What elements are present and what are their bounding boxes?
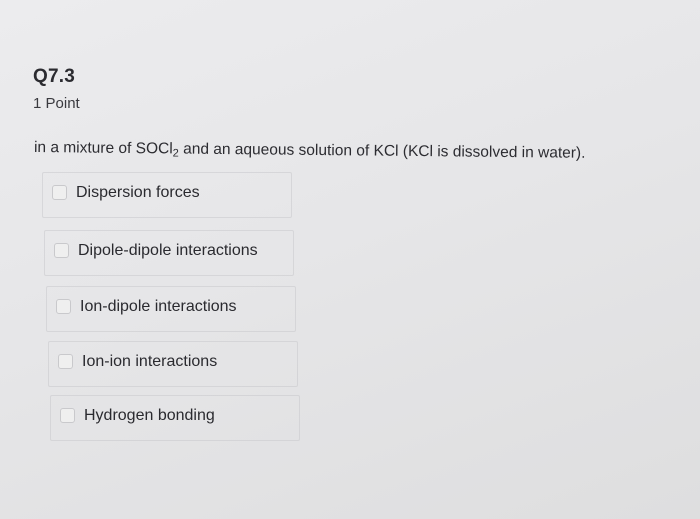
option-dispersion-forces[interactable]: Dispersion forces: [42, 172, 292, 218]
option-label: Dipole-dipole interactions: [78, 242, 258, 259]
option-ion-ion-interactions[interactable]: Ion-ion interactions: [48, 341, 298, 387]
option-ion-dipole-interactions[interactable]: Ion-dipole interactions: [46, 286, 296, 332]
option-hydrogen-bonding[interactable]: Hydrogen bonding: [50, 395, 300, 441]
option-label: Ion-dipole interactions: [80, 298, 237, 315]
question-points: 1 Point: [33, 95, 80, 112]
option-label: Ion-ion interactions: [82, 353, 218, 370]
checkbox[interactable]: [58, 354, 73, 369]
option-label: Hydrogen bonding: [84, 407, 215, 424]
checkbox[interactable]: [52, 185, 67, 200]
question-panel: Q7.3 1 Point in a mixture of SOCl2 and a…: [0, 0, 700, 519]
option-dipole-dipole-interactions[interactable]: Dipole-dipole interactions: [44, 230, 294, 276]
question-prompt: in a mixture of SOCl2 and an aqueous sol…: [34, 139, 586, 164]
checkbox[interactable]: [60, 408, 75, 423]
checkbox[interactable]: [56, 299, 71, 314]
prompt-text-start: in a mixture of SOCl: [33, 139, 173, 158]
prompt-text-end: and an aqueous solution of KCl (KCl is d…: [178, 140, 586, 162]
question-title: Q7.3: [33, 66, 75, 87]
checkbox[interactable]: [54, 243, 69, 258]
option-label: Dispersion forces: [76, 184, 200, 201]
